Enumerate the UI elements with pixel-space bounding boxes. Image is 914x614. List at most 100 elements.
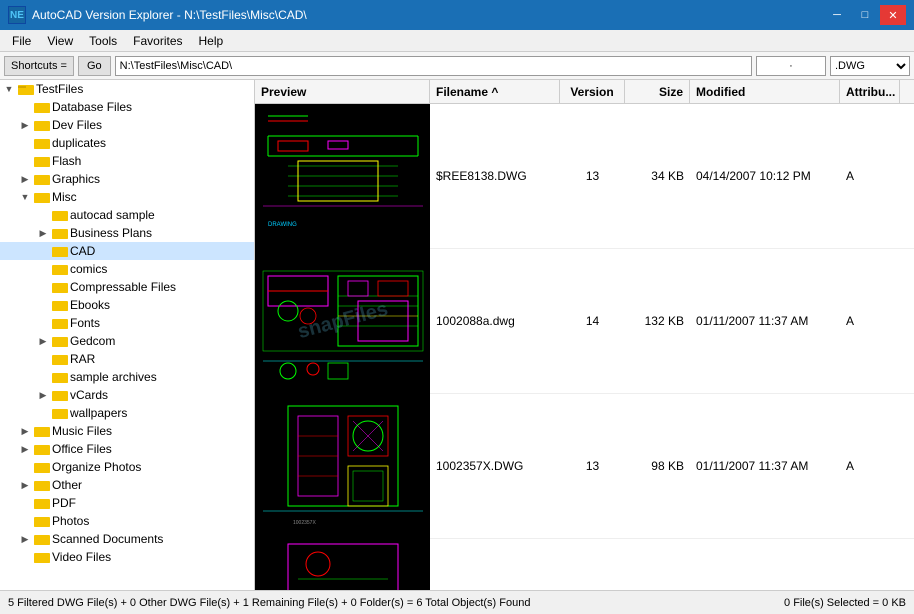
file-row[interactable] — [255, 539, 914, 590]
expand-icon — [18, 550, 32, 564]
tree-label: RAR — [70, 352, 95, 366]
expand-icon — [36, 406, 50, 420]
expand-icon[interactable]: ▶ — [18, 442, 32, 456]
file-row[interactable]: 1002357X 1002357X.DWG 13 98 KB 01/11/200… — [255, 394, 914, 539]
tree-item-database-files[interactable]: Database Files — [0, 98, 254, 116]
shortcuts-button[interactable]: Shortcuts = — [4, 56, 74, 76]
tree-label: Database Files — [52, 100, 132, 114]
expand-icon[interactable]: ▶ — [36, 388, 50, 402]
tree-item-ebooks[interactable]: Ebooks — [0, 296, 254, 314]
expand-icon[interactable]: ▶ — [18, 532, 32, 546]
address-input[interactable] — [115, 56, 752, 76]
tree-label: Video Files — [52, 550, 111, 564]
tree-label: Scanned Documents — [52, 532, 163, 546]
title-bar-left: NE AutoCAD Version Explorer - N:\TestFil… — [8, 6, 307, 24]
folder-icon — [52, 208, 68, 222]
close-button[interactable]: ✕ — [880, 5, 906, 25]
modified-1: 04/14/2007 10:12 PM — [690, 169, 840, 183]
tree-item-video-files[interactable]: Video Files — [0, 548, 254, 566]
tree-item-photos[interactable]: Photos — [0, 512, 254, 530]
status-bar: 5 Filtered DWG File(s) + 0 Other DWG Fil… — [0, 590, 914, 614]
attr-3: A — [840, 459, 900, 473]
tree-label: duplicates — [52, 136, 106, 150]
tree-item-fonts[interactable]: Fonts — [0, 314, 254, 332]
expand-icon[interactable]: ▶ — [18, 478, 32, 492]
tree-item-rar[interactable]: RAR — [0, 350, 254, 368]
tree-item-comics[interactable]: comics — [0, 260, 254, 278]
col-header-version[interactable]: Version — [560, 80, 625, 103]
go-button[interactable]: Go — [78, 56, 111, 76]
menu-view[interactable]: View — [39, 32, 81, 50]
tree-item-sample-archives[interactable]: sample archives — [0, 368, 254, 386]
expand-icon[interactable]: ▼ — [2, 82, 16, 96]
menu-help[interactable]: Help — [191, 32, 232, 50]
file-info-1: $REE8138.DWG 13 34 KB 04/14/2007 10:12 P… — [430, 104, 914, 248]
tree-item-duplicates[interactable]: duplicates — [0, 134, 254, 152]
tree-item-vcards[interactable]: ▶ vCards — [0, 386, 254, 404]
col-header-modified[interactable]: Modified — [690, 80, 840, 103]
menu-tools[interactable]: Tools — [81, 32, 125, 50]
file-info-3: 1002357X.DWG 13 98 KB 01/11/2007 11:37 A… — [430, 394, 914, 538]
expand-icon — [18, 496, 32, 510]
folder-icon — [34, 154, 50, 168]
tree-label: Business Plans — [70, 226, 152, 240]
tree-item-gedcom[interactable]: ▶ Gedcom — [0, 332, 254, 350]
file-info-4 — [430, 539, 914, 590]
tree-item-office-files[interactable]: ▶ Office Files — [0, 440, 254, 458]
tree-item-testfiles[interactable]: ▼ TestFiles — [0, 80, 254, 98]
version-3: 13 — [560, 459, 625, 473]
folder-icon — [34, 514, 50, 528]
tree-item-other[interactable]: ▶ Other — [0, 476, 254, 494]
extension-dropdown[interactable]: .DWG .DXF All Files — [830, 56, 910, 76]
expand-icon[interactable]: ▼ — [18, 190, 32, 204]
attr-2: A — [840, 314, 900, 328]
status-left: 5 Filtered DWG File(s) + 0 Other DWG Fil… — [8, 597, 530, 609]
tree-label: Ebooks — [70, 298, 110, 312]
tree-item-misc[interactable]: ▼ Misc — [0, 188, 254, 206]
expand-icon — [36, 280, 50, 294]
expand-icon — [36, 370, 50, 384]
menu-file[interactable]: File — [4, 32, 39, 50]
content-body[interactable]: DRAWING $REE8138.DWG 13 34 KB 04/14/2007… — [255, 104, 914, 590]
content-panel: Preview Filename ^ Version Size Modified… — [255, 80, 914, 590]
minimize-button[interactable]: ─ — [824, 5, 850, 25]
window-title: AutoCAD Version Explorer - N:\TestFiles\… — [32, 8, 307, 22]
app-icon: NE — [8, 6, 26, 24]
maximize-button[interactable]: □ — [852, 5, 878, 25]
size-3: 98 KB — [625, 459, 690, 473]
size-2: 132 KB — [625, 314, 690, 328]
tree-label: sample archives — [70, 370, 157, 384]
tree-item-pdf[interactable]: PDF — [0, 494, 254, 512]
tree-item-compressable[interactable]: Compressable Files — [0, 278, 254, 296]
expand-icon[interactable]: ▶ — [36, 226, 50, 240]
expand-icon — [36, 352, 50, 366]
file-row[interactable]: DRAWING $REE8138.DWG 13 34 KB 04/14/2007… — [255, 104, 914, 249]
col-header-attr[interactable]: Attribu... — [840, 80, 900, 103]
tree-item-scanned-documents[interactable]: ▶ Scanned Documents — [0, 530, 254, 548]
tree-panel[interactable]: ▼ TestFiles Database Files ▶ Dev Files — [0, 80, 255, 590]
tree-item-music-files[interactable]: ▶ Music Files — [0, 422, 254, 440]
col-header-filename[interactable]: Filename ^ — [430, 80, 560, 103]
tree-item-cad[interactable]: CAD — [0, 242, 254, 260]
tree-item-organize-photos[interactable]: Organize Photos — [0, 458, 254, 476]
expand-icon[interactable]: ▶ — [18, 118, 32, 132]
tree-item-flash[interactable]: Flash — [0, 152, 254, 170]
file-row[interactable]: snapFiles 1002088a.dwg 14 132 KB 01/11/2… — [255, 249, 914, 394]
expand-icon[interactable]: ▶ — [36, 334, 50, 348]
expand-icon[interactable]: ▶ — [18, 172, 32, 186]
col-header-preview[interactable]: Preview — [255, 80, 430, 103]
tree-item-business-plans[interactable]: ▶ Business Plans — [0, 224, 254, 242]
tree-item-graphics[interactable]: ▶ Graphics — [0, 170, 254, 188]
tree-item-dev-files[interactable]: ▶ Dev Files — [0, 116, 254, 134]
tree-label: Fonts — [70, 316, 100, 330]
menu-favorites[interactable]: Favorites — [125, 32, 190, 50]
tree-label: Flash — [52, 154, 81, 168]
tree-item-autocad-sample[interactable]: autocad sample — [0, 206, 254, 224]
column-headers: Preview Filename ^ Version Size Modified… — [255, 80, 914, 104]
tree-item-wallpapers[interactable]: wallpapers — [0, 404, 254, 422]
expand-icon — [36, 316, 50, 330]
filter-input[interactable] — [756, 56, 826, 76]
tree-label: autocad sample — [70, 208, 155, 222]
col-header-size[interactable]: Size — [625, 80, 690, 103]
expand-icon[interactable]: ▶ — [18, 424, 32, 438]
